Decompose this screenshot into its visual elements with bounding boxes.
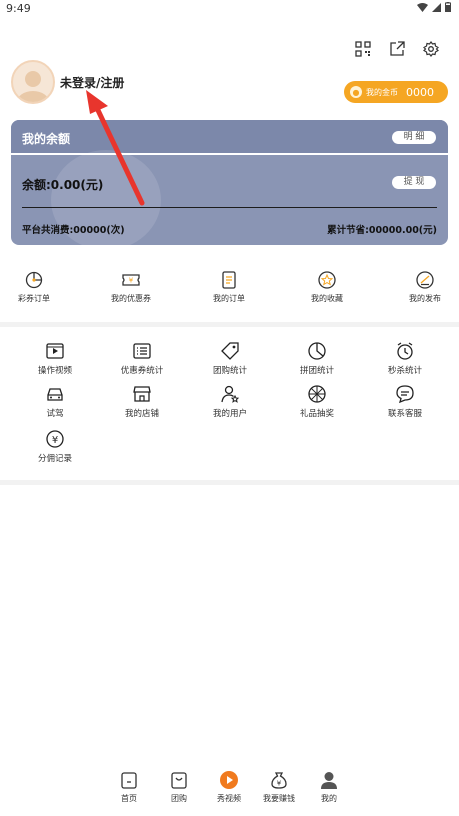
grid-label: 我的店铺 — [124, 409, 159, 419]
store-icon — [133, 386, 151, 402]
coin-icon: ● — [350, 86, 362, 98]
grid-label: 联系客服 — [387, 409, 422, 419]
lottery-orders-item[interactable]: 彩券订单 — [0, 270, 74, 304]
svg-text:¥: ¥ — [277, 780, 282, 788]
wifi-icon — [417, 2, 428, 12]
avatar[interactable] — [11, 60, 55, 104]
balance-amount: 余额:0.00(元) — [22, 178, 104, 192]
wheel-icon — [308, 385, 326, 403]
publish-icon — [416, 271, 434, 289]
person-icon — [321, 772, 337, 789]
coins-value: 0000 — [406, 85, 434, 99]
play-icon — [220, 771, 238, 789]
grid-item-customer-service[interactable]: 联系客服 — [370, 384, 440, 419]
section-divider — [0, 480, 459, 485]
status-bar: 9:49 — [0, 0, 459, 18]
orders-label: 我的收藏 — [311, 294, 343, 303]
tab-home[interactable]: 首页 — [104, 770, 154, 804]
coins-label: 我的金币 — [366, 87, 398, 97]
video-icon — [46, 343, 64, 359]
login-register-link[interactable]: 未登录/注册 — [60, 74, 124, 91]
tab-label: 秀视频 — [217, 794, 241, 803]
grid-label: 操作视频 — [37, 366, 72, 376]
my-coins-button[interactable]: ● 我的金币 0000 — [344, 81, 448, 103]
tab-label: 我的 — [321, 794, 337, 803]
money-bag-icon: ¥ — [271, 772, 287, 789]
user-star-icon — [221, 385, 240, 403]
battery-icon — [445, 2, 451, 12]
share-icon[interactable] — [389, 41, 405, 57]
orders-label: 我的发布 — [409, 294, 441, 303]
balance-divider — [22, 207, 437, 208]
tab-label: 团购 — [171, 794, 187, 803]
grid-item-my-users[interactable]: 我的用户 — [195, 384, 265, 419]
tag-icon — [221, 342, 239, 360]
grid-label: 分佣记录 — [37, 454, 72, 464]
favorite-icon — [318, 271, 336, 289]
card-separator — [11, 153, 448, 155]
yen-icon: ¥ — [46, 430, 64, 448]
balance-title: 我的余额 — [22, 132, 71, 146]
tab-label: 我要赚钱 — [263, 794, 295, 803]
grid-item-commission-records[interactable]: ¥ 分佣记录 — [20, 429, 90, 464]
grid-item-pintuan-stats[interactable]: 拼团统计 — [282, 341, 352, 376]
grid-item-test-drive[interactable]: 试驾 — [20, 384, 90, 419]
my-orders-item[interactable]: 我的订单 — [189, 270, 269, 304]
my-favorites-item[interactable]: 我的收藏 — [287, 270, 367, 304]
detail-button[interactable]: 明 细 — [392, 131, 436, 144]
tab-earn[interactable]: ¥ 我要赚钱 — [254, 770, 304, 804]
grid-item-gift-lottery[interactable]: 礼品抽奖 — [282, 384, 352, 419]
orders-label: 我的订单 — [213, 294, 245, 303]
home-icon — [121, 772, 137, 789]
tab-video[interactable]: 秀视频 — [204, 770, 254, 804]
pie-icon — [308, 342, 326, 360]
clock-icon — [397, 342, 413, 360]
bag-icon — [171, 772, 187, 789]
orders-label: 我的优惠券 — [111, 294, 151, 303]
grid-label: 团购统计 — [212, 366, 247, 376]
grid-item-coupon-stats[interactable]: 优惠券统计 — [107, 341, 177, 376]
avatar-placeholder-icon — [17, 71, 49, 102]
grid-item-video[interactable]: 操作视频 — [20, 341, 90, 376]
svg-text:¥: ¥ — [129, 277, 134, 285]
total-spend: 平台共消费:00000(次) — [22, 225, 125, 236]
top-toolbar — [355, 41, 439, 57]
list-icon — [133, 343, 151, 359]
grid-label: 优惠券统计 — [120, 366, 164, 376]
balance-header — [11, 120, 448, 153]
qr-code-icon[interactable] — [355, 41, 371, 57]
grid-label: 礼品抽奖 — [299, 409, 334, 419]
tab-mine[interactable]: 我的 — [304, 770, 354, 804]
bottom-tabbar: 首页 团购 秀视频 ¥ 我要赚钱 我的 — [0, 770, 459, 816]
balance-card: 我的余额 明 细 余额:0.00(元) 提 现 平台共消费:00000(次) 累… — [11, 120, 448, 245]
grid-item-flashsale-stats[interactable]: 秒杀统计 — [370, 341, 440, 376]
signal-icon — [432, 2, 441, 12]
lottery-icon — [25, 271, 43, 289]
total-save: 累计节省:00000.00(元) — [327, 225, 437, 236]
chat-icon — [396, 385, 414, 404]
order-icon — [222, 271, 236, 289]
coupon-icon: ¥ — [122, 274, 140, 286]
my-coupons-item[interactable]: ¥ 我的优惠券 — [91, 270, 171, 304]
tab-groupbuy[interactable]: 团购 — [154, 770, 204, 804]
svg-text:¥: ¥ — [52, 435, 58, 446]
orders-label: 彩券订单 — [18, 294, 50, 303]
grid-item-groupbuy-stats[interactable]: 团购统计 — [195, 341, 265, 376]
grid-item-my-store[interactable]: 我的店铺 — [107, 384, 177, 419]
status-time: 9:49 — [6, 2, 31, 15]
tab-label: 首页 — [121, 794, 137, 803]
grid-label: 拼团统计 — [299, 366, 334, 376]
orders-row: 彩券订单 ¥ 我的优惠券 我的订单 我的收藏 我的发布 — [0, 270, 459, 310]
grid-label: 我的用户 — [212, 409, 247, 419]
withdraw-button[interactable]: 提 现 — [392, 176, 436, 189]
grid-label: 秒杀统计 — [387, 366, 422, 376]
settings-icon[interactable] — [423, 41, 439, 57]
section-divider — [0, 322, 459, 327]
grid-label: 试驾 — [46, 409, 64, 419]
status-icons — [417, 2, 451, 12]
my-publish-item[interactable]: 我的发布 — [385, 270, 459, 304]
car-icon — [47, 388, 63, 401]
